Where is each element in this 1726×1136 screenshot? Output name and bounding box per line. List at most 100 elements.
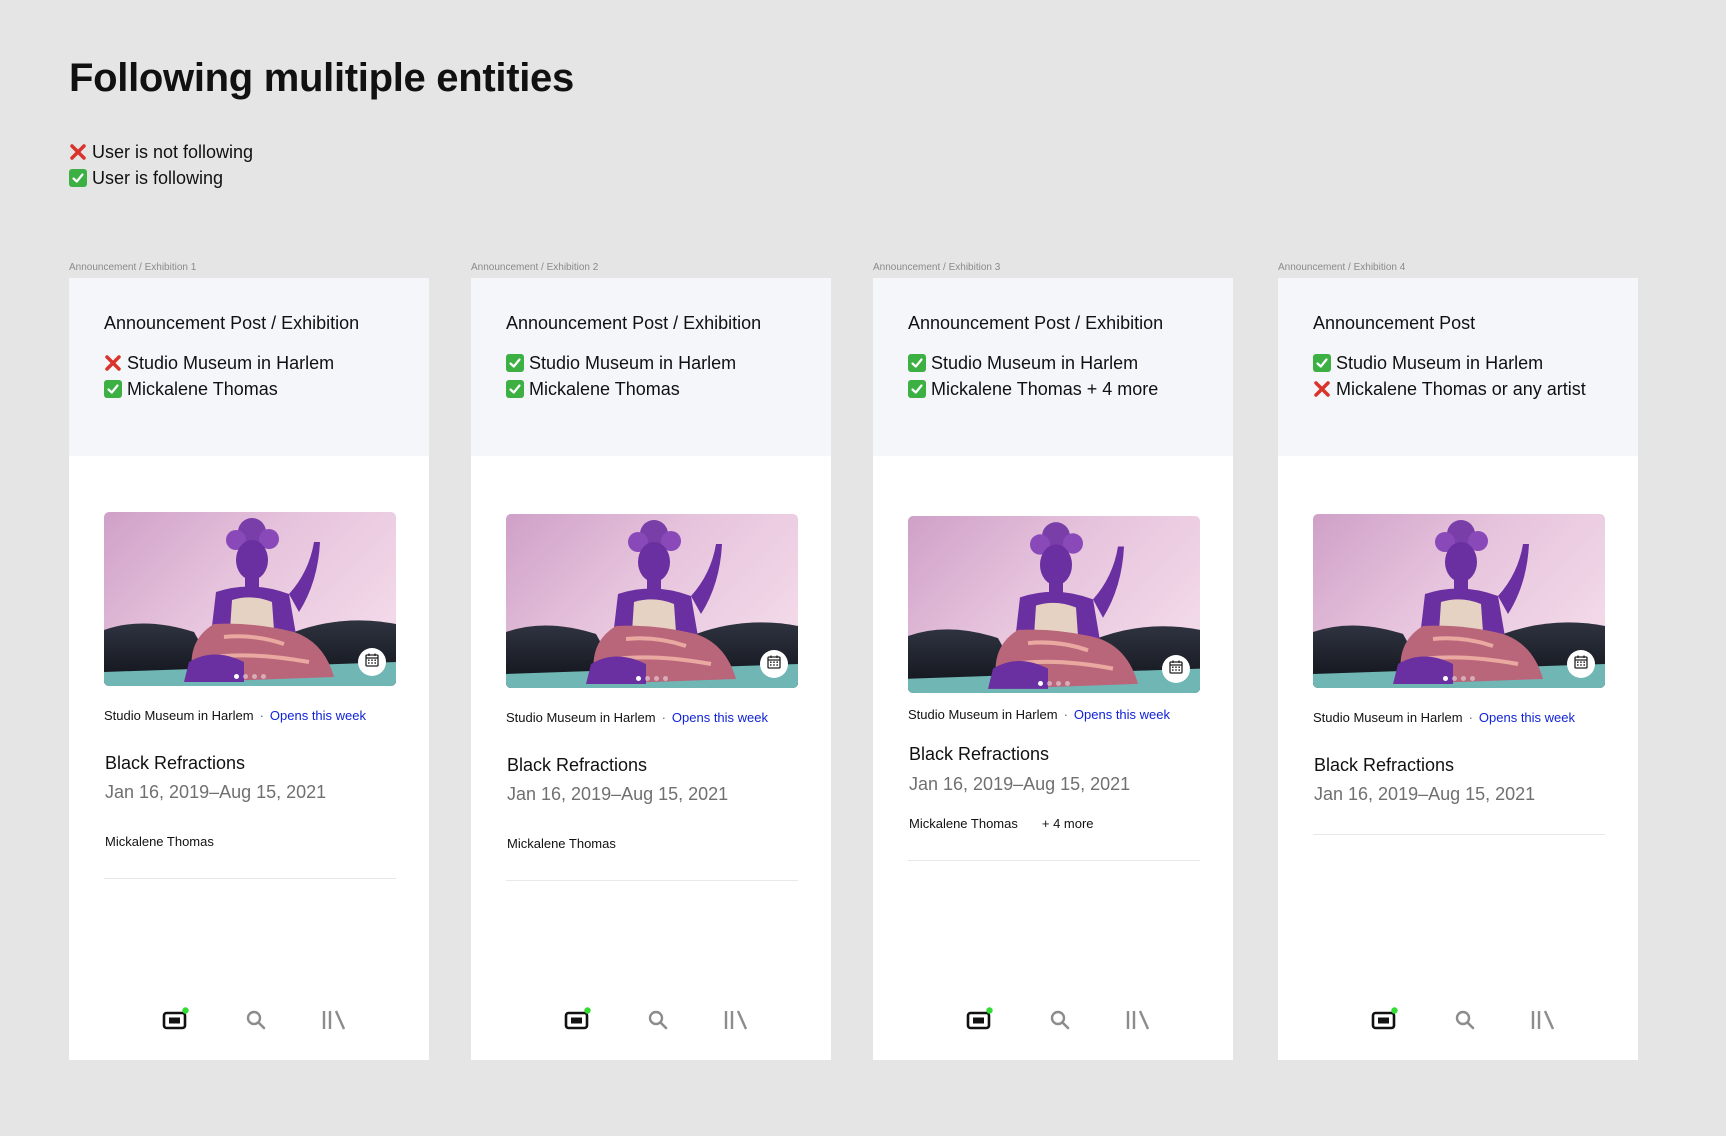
tab-feed[interactable]	[160, 1006, 192, 1038]
card-header-title: Announcement Post / Exhibition	[104, 313, 360, 333]
cross-mark-icon	[69, 143, 87, 161]
follow-condition-label: Studio Museum in Harlem	[931, 353, 1139, 373]
feed-icon	[1370, 1006, 1400, 1039]
carousel-dot[interactable]	[1047, 681, 1052, 686]
carousel-dot[interactable]	[261, 674, 266, 679]
status-label: Opens this week	[671, 710, 769, 725]
tab-feed[interactable]	[1369, 1006, 1401, 1038]
tab-feed[interactable]	[562, 1006, 594, 1038]
exhibition-title[interactable]: Black Refractions	[1314, 755, 1454, 776]
card-header-title: Announcement Post / Exhibition	[506, 313, 762, 333]
library-icon	[1530, 1009, 1556, 1036]
carousel-dot[interactable]	[663, 676, 668, 681]
venue-link[interactable]: Studio Museum in Harlem	[1313, 710, 1463, 725]
frame-label: Announcement / Exhibition 2	[471, 262, 599, 273]
carousel-dot[interactable]	[1065, 681, 1070, 686]
carousel-dot[interactable]	[1443, 676, 1448, 681]
calendar-icon	[364, 652, 380, 673]
carousel-dot[interactable]	[1470, 676, 1475, 681]
follow-condition-label: Studio Museum in Harlem	[127, 353, 335, 373]
card-header: Announcement Post Studio Museum in Harle…	[1278, 278, 1638, 456]
tab-library[interactable]	[1122, 1006, 1154, 1038]
separator: ·	[1063, 707, 1068, 722]
tab-search[interactable]	[240, 1006, 272, 1038]
card-header: Announcement Post / Exhibition Studio Mu…	[873, 278, 1233, 456]
page-title: Following mulitiple entities	[69, 56, 574, 100]
follow-condition: Mickalene Thomas	[506, 376, 831, 402]
carousel-dot[interactable]	[252, 674, 257, 679]
artist-link[interactable]: Mickalene Thomas	[507, 836, 616, 851]
tab-bar	[471, 1006, 831, 1038]
announcement-card: Announcement Post / Exhibition Studio Mu…	[873, 278, 1233, 1060]
add-to-calendar-button[interactable]	[1162, 655, 1190, 683]
carousel-dot[interactable]	[1452, 676, 1457, 681]
venue-link[interactable]: Studio Museum in Harlem	[908, 707, 1058, 722]
tab-search[interactable]	[1044, 1006, 1076, 1038]
carousel-dots	[1443, 676, 1475, 681]
tab-library[interactable]	[318, 1006, 350, 1038]
check-mark-icon	[69, 169, 87, 187]
artist-row: Mickalene Thomas + 4 more	[909, 816, 1094, 831]
tab-bar	[873, 1006, 1233, 1038]
carousel-dot[interactable]	[1461, 676, 1466, 681]
divider	[1313, 834, 1605, 835]
venue-row: Studio Museum in Harlem · Opens this week	[1313, 710, 1575, 725]
legend-following: User is following	[69, 165, 253, 191]
status-label: Opens this week	[1478, 710, 1576, 725]
follow-condition-label: Mickalene Thomas + 4 more	[931, 379, 1159, 399]
carousel-dot[interactable]	[1056, 681, 1061, 686]
carousel-dot[interactable]	[654, 676, 659, 681]
follow-condition-label: Studio Museum in Harlem	[529, 353, 737, 373]
venue-row: Studio Museum in Harlem · Opens this week	[908, 707, 1170, 722]
add-to-calendar-button[interactable]	[760, 650, 788, 678]
tab-library[interactable]	[1527, 1006, 1559, 1038]
exhibition-image[interactable]	[1313, 514, 1605, 688]
tab-feed[interactable]	[964, 1006, 996, 1038]
legend-not-following-label: User is not following	[92, 142, 254, 162]
tab-search[interactable]	[642, 1006, 674, 1038]
exhibition-image[interactable]	[506, 514, 798, 688]
add-to-calendar-button[interactable]	[1567, 650, 1595, 678]
artist-link[interactable]: Mickalene Thomas	[105, 834, 214, 849]
card-header: Announcement Post / Exhibition Studio Mu…	[69, 278, 429, 456]
check-mark-icon	[1313, 354, 1331, 372]
carousel-dot[interactable]	[645, 676, 650, 681]
check-mark-icon	[908, 354, 926, 372]
artist-link[interactable]: Mickalene Thomas	[909, 816, 1018, 831]
carousel-dots	[1038, 681, 1070, 686]
venue-link[interactable]: Studio Museum in Harlem	[506, 710, 656, 725]
follow-conditions: Studio Museum in Harlem Mickalene Thomas…	[908, 350, 1233, 402]
follow-condition: Mickalene Thomas or any artist	[1313, 376, 1638, 402]
library-icon	[321, 1009, 347, 1036]
exhibition-image[interactable]	[104, 512, 396, 686]
carousel-dot[interactable]	[234, 674, 239, 679]
exhibition-title[interactable]: Black Refractions	[105, 753, 245, 774]
status-label: Opens this week	[1073, 707, 1171, 722]
more-artists-link[interactable]: + 4 more	[1042, 816, 1094, 831]
calendar-icon	[1573, 654, 1589, 675]
check-mark-icon	[908, 380, 926, 398]
follow-condition: Studio Museum in Harlem	[506, 350, 831, 376]
carousel-dot[interactable]	[1038, 681, 1043, 686]
exhibition-dates: Jan 16, 2019–Aug 15, 2021	[507, 784, 729, 804]
exhibition-dates: Jan 16, 2019–Aug 15, 2021	[909, 774, 1131, 794]
status-label: Opens this week	[269, 708, 367, 723]
separator: ·	[259, 708, 264, 723]
exhibition-dates: Jan 16, 2019–Aug 15, 2021	[105, 782, 327, 802]
exhibition-title[interactable]: Black Refractions	[909, 744, 1049, 765]
add-to-calendar-button[interactable]	[358, 648, 386, 676]
carousel-dot[interactable]	[636, 676, 641, 681]
exhibition-image[interactable]	[908, 516, 1200, 693]
legend: User is not following User is following	[69, 139, 253, 191]
follow-condition-label: Mickalene Thomas	[529, 379, 680, 399]
feed-icon	[965, 1006, 995, 1039]
follow-condition: Studio Museum in Harlem	[908, 350, 1233, 376]
tab-library[interactable]	[720, 1006, 752, 1038]
divider	[104, 878, 396, 879]
venue-link[interactable]: Studio Museum in Harlem	[104, 708, 254, 723]
tab-search[interactable]	[1449, 1006, 1481, 1038]
carousel-dot[interactable]	[243, 674, 248, 679]
tab-bar	[1278, 1006, 1638, 1038]
library-icon	[723, 1009, 749, 1036]
exhibition-title[interactable]: Black Refractions	[507, 755, 647, 776]
